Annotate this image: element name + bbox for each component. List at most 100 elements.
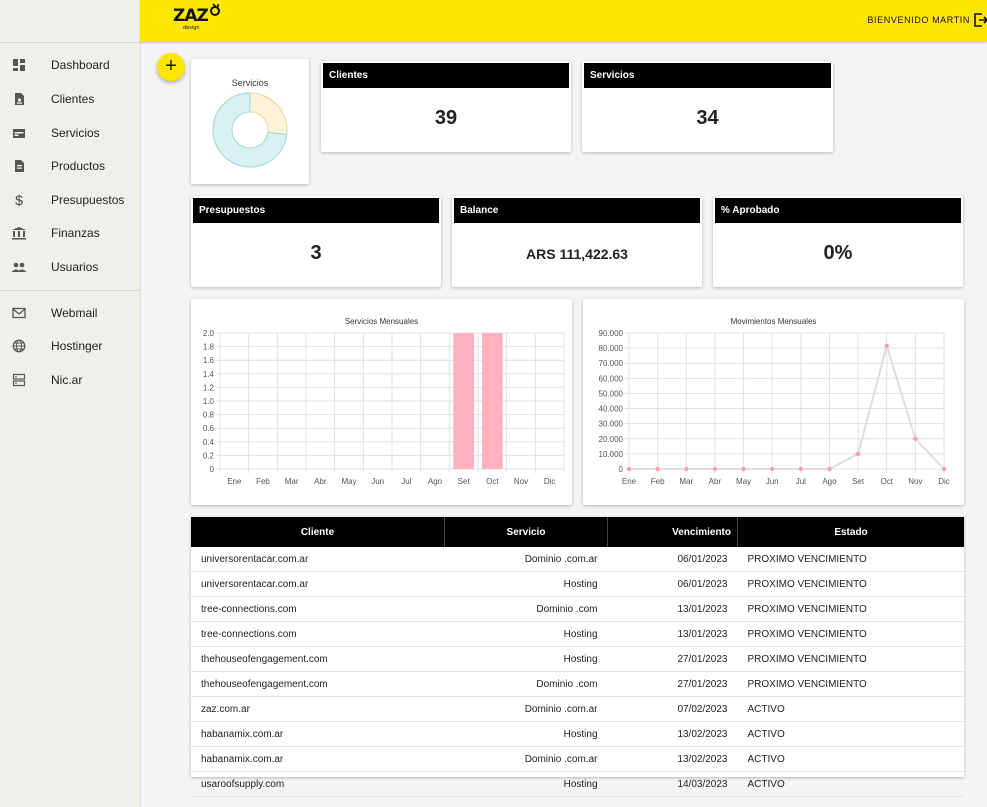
monthly-services-chart-card: Servicios Mensuales 2.0 1.8 1.6 1.4 1.2 1.0 0.…: [191, 299, 572, 505]
y-tick-label: 2.0: [203, 329, 215, 338]
table-row[interactable]: universorentacar.com.ar Hosting 06/01/2023…: [191, 571, 964, 597]
bank-icon: [11, 225, 27, 241]
column-header-servicio[interactable]: Servicio: [444, 517, 608, 547]
table-row[interactable]: universorentacar.com.ar Dominio .com.ar 06…: [191, 547, 964, 572]
data-point[interactable]: [913, 436, 918, 441]
table-row[interactable]: tree-connections.com Dominio .com 13/01/20…: [191, 596, 964, 622]
data-point[interactable]: [684, 466, 689, 472]
server-icon: [11, 372, 27, 388]
data-point[interactable]: [798, 466, 804, 472]
cell-cliente: habanamix.com.ar: [191, 721, 445, 747]
cell-estado: ACTIVO: [737, 721, 964, 747]
y-tick-label: 1.0: [203, 397, 215, 406]
x-tick-label: Jun: [766, 477, 779, 486]
table-row[interactable]: habanamix.com.ar Dominio .com.ar 13/02/202…: [191, 746, 964, 772]
bar[interactable]: [482, 333, 503, 469]
y-tick-label: 1.2: [203, 383, 215, 392]
sidebar-item-label: Nic.ar: [51, 373, 83, 387]
series-line: [629, 342, 945, 470]
cell-cliente: universorentacar.com.ar: [191, 547, 445, 572]
stat-card-clientes: Clientes 39: [321, 61, 571, 152]
x-tick-label: Mar: [285, 477, 299, 486]
cell-servicio: Hosting: [444, 621, 608, 647]
x-tick-label: Abr: [314, 477, 327, 486]
sidebar-item-productos[interactable]: Productos: [0, 152, 140, 180]
y-tick-label: 30.000: [599, 420, 624, 429]
data-point[interactable]: [626, 466, 632, 472]
line-chart: 90.000 80.000 70.000 60.000 50.000 40.000 30.0…: [599, 329, 950, 486]
x-tick-label: Nov: [908, 477, 922, 486]
stat-label: Servicios: [584, 63, 831, 88]
x-tick-label: Feb: [256, 477, 270, 486]
column-header-cliente[interactable]: Cliente: [191, 517, 445, 547]
sidebar-item-label: Dashboard: [51, 58, 110, 72]
data-point[interactable]: [855, 451, 861, 457]
x-tick-label: May: [341, 477, 356, 486]
data-point[interactable]: [712, 466, 718, 472]
dollar-icon: $: [15, 192, 23, 208]
x-tick-label: Feb: [651, 477, 665, 486]
sidebar-item-dashboard[interactable]: Dashboard: [0, 51, 140, 79]
table-row[interactable]: thehouseofengagement.com Hosting 27/01/202…: [191, 646, 964, 672]
data-point[interactable]: [655, 466, 660, 472]
sidebar-item-clientes[interactable]: Clientes: [0, 85, 140, 113]
cell-vencimiento: 13/02/2023: [607, 721, 738, 747]
table-row[interactable]: tree-connections.com Hosting 13/01/2023 PRO…: [191, 621, 964, 647]
table-row[interactable]: usaroofsupply.com Hosting 14/03/2023 ACTIVO: [191, 771, 964, 797]
cell-estado: PROXIMO VENCIMIENTO: [737, 671, 964, 697]
y-tick-label: 0.6: [203, 424, 215, 433]
cell-servicio: Hosting: [444, 771, 608, 797]
logo[interactable]: ZAZ design: [173, 3, 222, 31]
cell-cliente: habanamix.com.ar: [191, 746, 445, 772]
cell-cliente: thehouseofengagement.com: [191, 646, 445, 672]
y-tick-label: 10.000: [599, 450, 624, 459]
sidebar-item-webmail[interactable]: Webmail: [0, 299, 140, 327]
data-point[interactable]: [884, 343, 889, 349]
add-button[interactable]: +: [157, 53, 185, 81]
sidebar-item-nic-ar[interactable]: Nic.ar: [0, 366, 140, 394]
data-point[interactable]: [827, 466, 832, 472]
data-point[interactable]: [769, 466, 775, 472]
bar[interactable]: [453, 333, 474, 469]
cell-servicio: Dominio .com.ar: [444, 696, 608, 722]
sidebar-item-servicios[interactable]: Servicios: [0, 119, 140, 147]
logout-icon[interactable]: [973, 12, 987, 28]
stat-card-servicios: Servicios 34: [582, 61, 833, 152]
y-tick-label: 1.8: [203, 343, 215, 352]
sidebar-item-label: Productos: [51, 159, 106, 173]
services-table: Cliente Servicio Vencimiento Estado univ…: [191, 517, 964, 797]
cell-cliente: universorentacar.com.ar: [191, 571, 445, 597]
column-header-vencimiento[interactable]: Vencimiento: [607, 517, 738, 547]
stat-label: Balance: [454, 198, 700, 223]
cell-servicio: Dominio .com: [444, 671, 608, 697]
service-icon: [11, 125, 27, 141]
stat-label: Clientes: [323, 63, 569, 88]
x-tick-label: Oct: [486, 477, 499, 486]
cell-servicio: Dominio .com.ar: [444, 547, 608, 572]
table-row[interactable]: habanamix.com.ar Hosting 13/02/2023 ACTIVO: [191, 721, 964, 747]
sidebar-item-presupuestos[interactable]: $ Presupuestos: [0, 186, 140, 214]
x-tick-label: Abr: [709, 477, 722, 486]
column-header-estado[interactable]: Estado: [737, 517, 964, 547]
logo-subtext: design: [183, 25, 200, 31]
stat-value: 3: [310, 242, 322, 264]
donut-slice[interactable]: [249, 92, 288, 136]
x-tick-label: Oct: [881, 477, 894, 486]
cell-estado: PROXIMO VENCIMIENTO: [737, 646, 964, 672]
sidebar-item-finanzas[interactable]: Finanzas: [0, 219, 140, 247]
table-row[interactable]: thehouseofengagement.com Dominio .com 27/0…: [191, 671, 964, 697]
sidebar-item-usuarios[interactable]: Usuarios: [0, 253, 140, 281]
sidebar-item-hostinger[interactable]: Hostinger: [0, 332, 140, 360]
y-tick-label: 0.4: [203, 438, 215, 447]
y-tick-label: 20.000: [599, 435, 624, 444]
data-point[interactable]: [741, 466, 746, 472]
cell-vencimiento: 13/01/2023: [607, 621, 738, 647]
sidebar-item-label: Presupuestos: [51, 193, 125, 207]
data-point[interactable]: [941, 466, 947, 472]
cell-vencimiento: 06/01/2023: [607, 571, 738, 597]
cell-cliente: tree-connections.com: [191, 621, 445, 647]
table-row[interactable]: zaz.com.ar Dominio .com.ar 07/02/2023 ACTIV…: [191, 696, 964, 722]
cell-vencimiento: 06/01/2023: [607, 547, 738, 572]
cell-vencimiento: 27/01/2023: [607, 671, 738, 697]
table-header-row: Cliente Servicio Vencimiento Estado: [191, 517, 964, 547]
